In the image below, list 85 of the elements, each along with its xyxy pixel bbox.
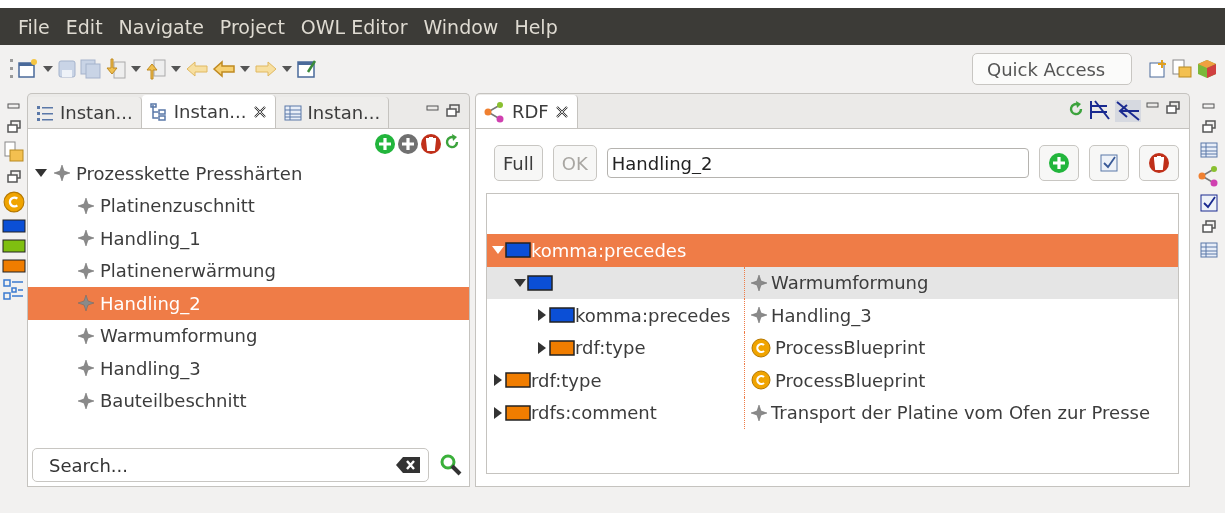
checkbox-icon (1099, 153, 1119, 173)
property-value: Handling_3 (771, 304, 872, 326)
tree-item[interactable]: Platinenzuschnitt (28, 189, 469, 222)
tree-item[interactable]: Platinenerwärmung (28, 254, 469, 287)
diamond-icon (78, 360, 94, 377)
property-name: komma:precedes (575, 304, 731, 326)
property-row[interactable]: Warmumformung (487, 266, 1178, 299)
dropdown-caret-icon[interactable] (42, 64, 54, 74)
menu-item[interactable]: OWL Editor (292, 15, 416, 38)
quick-access-field[interactable]: Quick Access (972, 53, 1132, 85)
dropdown-caret-icon[interactable] (239, 64, 251, 74)
restore-icon[interactable] (1165, 100, 1181, 116)
tree-icon (149, 102, 168, 121)
close-icon[interactable] (252, 104, 267, 119)
property-row[interactable]: komma:precedes Handling_3 (487, 299, 1178, 332)
property-name: komma:precedes (531, 239, 687, 261)
refresh-icon[interactable] (1067, 100, 1085, 118)
delete-icon[interactable] (420, 133, 442, 155)
menu-item[interactable]: Project (211, 15, 293, 38)
dropdown-caret-icon[interactable] (170, 64, 182, 74)
table-icon (283, 103, 302, 122)
annotation-swatch-icon[interactable] (1, 259, 26, 273)
property-value: ProcessBlueprint (775, 369, 926, 391)
restore-icon[interactable] (445, 103, 461, 119)
property-value: Warmumformung (771, 272, 929, 294)
property-swatch-icon[interactable] (1, 219, 26, 233)
tree-item[interactable]: Handling_3 (28, 352, 469, 385)
menu-item[interactable]: Help (506, 15, 566, 38)
dropdown-caret-icon[interactable] (130, 64, 142, 74)
cube-icon[interactable] (1196, 58, 1218, 80)
menu-item[interactable]: Navigate (110, 15, 212, 38)
diamond-icon (78, 197, 94, 214)
graph-icon (484, 100, 506, 123)
diamond-icon (54, 165, 70, 182)
diamond-icon (78, 392, 94, 409)
diamond-icon (78, 262, 94, 279)
diamond-icon (78, 327, 94, 344)
table-icon (1199, 141, 1218, 159)
graph-icon[interactable] (1197, 165, 1220, 187)
menu-item[interactable]: Edit (57, 15, 111, 38)
tree-item[interactable]: Warmumformung (28, 319, 469, 352)
check-button[interactable] (1089, 145, 1129, 181)
delete-icon[interactable] (1148, 152, 1170, 174)
property-value: Transport der Platine vom Ofen zur Presse (771, 402, 1150, 424)
grip-icon (10, 58, 14, 80)
full-button[interactable]: Full (494, 145, 543, 181)
clear-icon[interactable] (395, 456, 421, 474)
hierarchy-icon[interactable] (2, 279, 25, 301)
diamond-icon (78, 230, 94, 247)
table-icon (1199, 241, 1218, 259)
list-icon (36, 103, 54, 122)
property-value: ProcessBlueprint (775, 337, 926, 359)
menu-item[interactable]: Window (415, 15, 507, 38)
property-name: rdf:type (531, 369, 602, 391)
menu-item[interactable]: File (10, 15, 58, 38)
restore-icon[interactable] (1200, 219, 1217, 235)
view-tab[interactable]: Instan... (141, 95, 276, 128)
dropdown-caret-icon[interactable] (281, 64, 293, 74)
checkbox-icon[interactable] (1198, 193, 1219, 213)
close-icon[interactable] (554, 104, 569, 119)
add-button[interactable] (1039, 145, 1079, 181)
restore-icon[interactable] (5, 119, 22, 135)
datatype-swatch-icon[interactable] (1, 239, 26, 253)
tree-item[interactable]: Handling_1 (28, 222, 469, 255)
tree-item[interactable]: Prozesskette Presshärten (28, 157, 469, 190)
refresh-icon[interactable] (443, 133, 461, 151)
search-icon[interactable] (439, 453, 463, 477)
property-row[interactable]: rdf:type ProcessBlueprint (487, 364, 1178, 397)
view-tab[interactable]: RDF (476, 95, 578, 128)
add-icon[interactable] (1048, 152, 1070, 174)
diamond-icon (78, 295, 94, 312)
new-window-icon[interactable] (17, 58, 39, 80)
restore-icon[interactable] (1200, 119, 1217, 135)
property-row[interactable]: rdfs:comment Transport der Platine vom Ofen zur Presse (487, 396, 1178, 429)
add-icon[interactable] (374, 133, 396, 155)
add-icon[interactable] (397, 133, 419, 155)
tree-item[interactable]: Bauteilbeschnitt (28, 384, 469, 417)
search-field[interactable]: Search... (32, 448, 429, 482)
property-name: rdf:type (575, 337, 646, 359)
property-name: rdfs:comment (531, 402, 657, 424)
resource-field[interactable]: Handling_2 (606, 148, 1029, 178)
property-row[interactable]: rdf:type ProcessBlueprint (487, 331, 1178, 364)
restore-icon[interactable] (5, 169, 22, 185)
delete-button[interactable] (1139, 145, 1179, 181)
class-icon (2, 191, 25, 213)
